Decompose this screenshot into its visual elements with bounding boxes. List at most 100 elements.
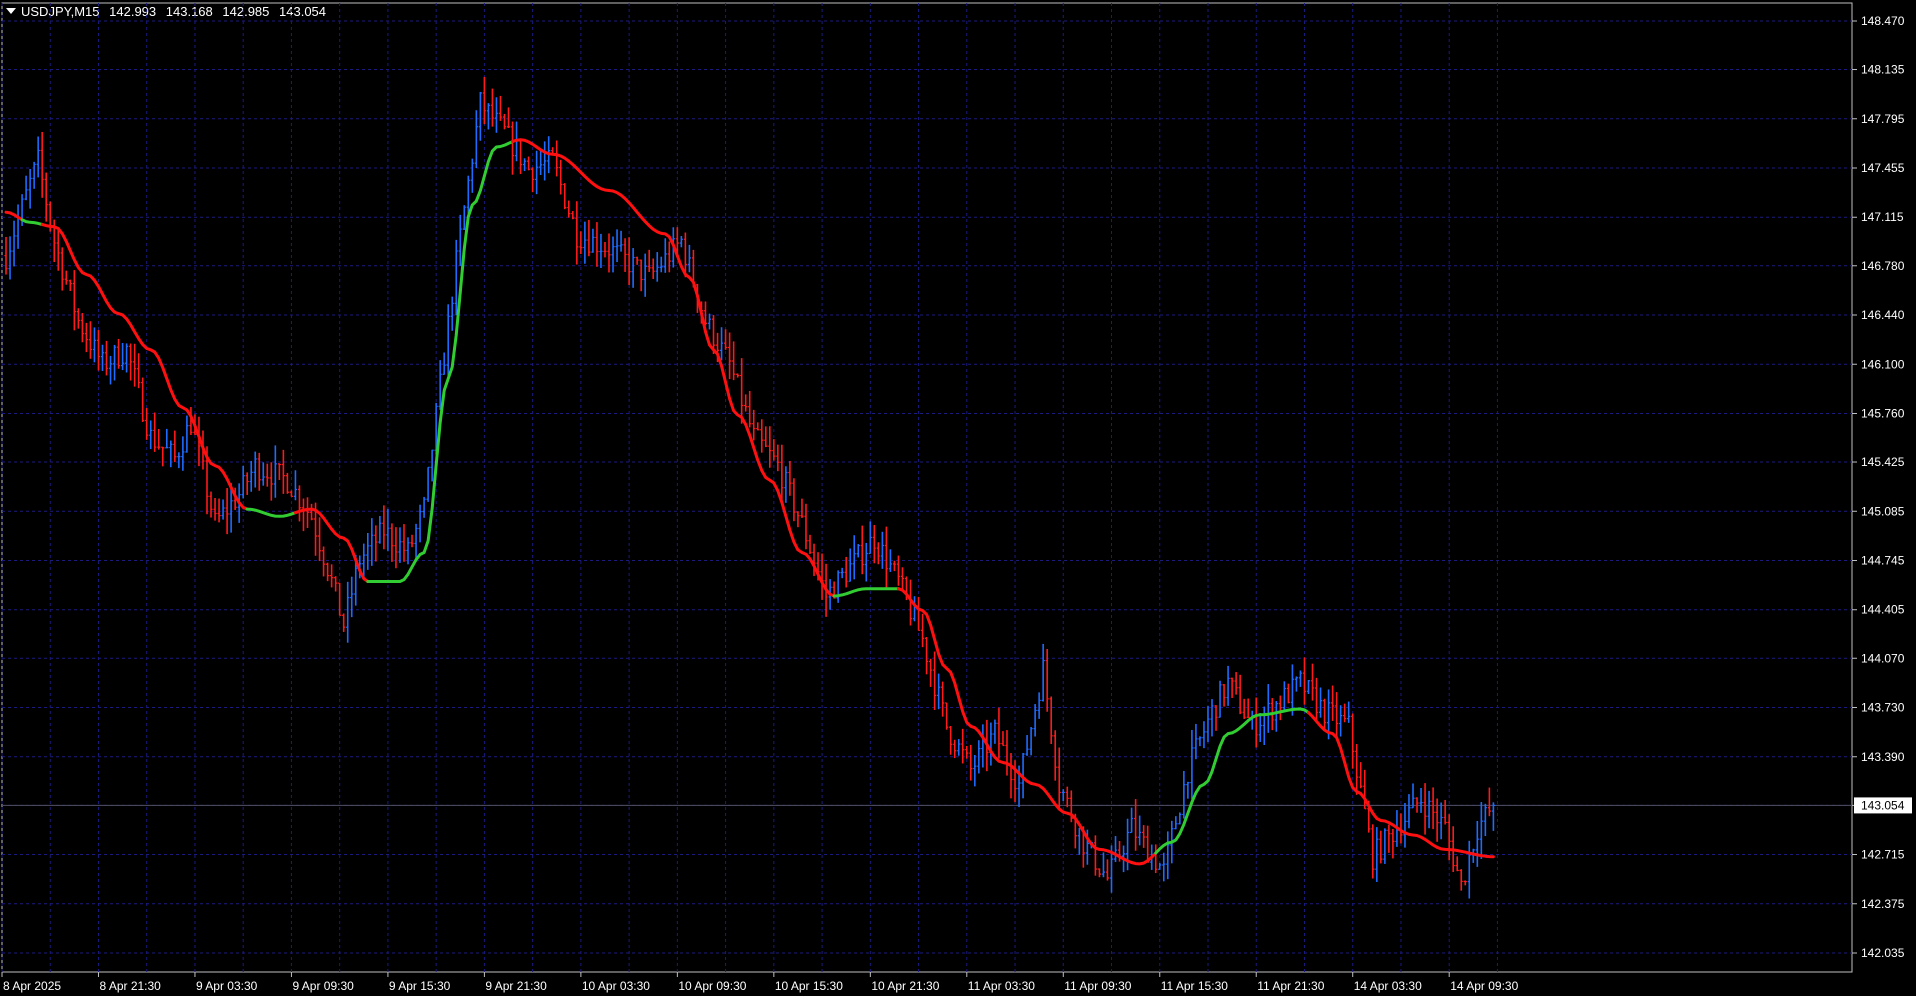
ohlc-bar <box>1322 698 1327 732</box>
ohlc-bar <box>80 313 84 343</box>
ohlc-bar <box>1475 820 1479 867</box>
ohlc-bar <box>458 214 462 266</box>
ohlc-bar <box>68 279 72 292</box>
ohlc-bar <box>518 140 523 175</box>
x-tick-label: 9 Apr 21:30 <box>485 979 547 993</box>
x-tick-label: 8 Apr 21:30 <box>99 979 161 993</box>
ohlc-bar <box>707 313 712 330</box>
price-chart[interactable]: 148.470 148.135 147.795 147.455 147.115 146.7… <box>0 0 1916 996</box>
y-tick-label: 144.070 <box>1861 651 1905 665</box>
ohlc-bar <box>293 470 298 501</box>
ohlc-bar <box>844 556 848 588</box>
ohlc-bar <box>679 236 683 248</box>
ohlc-bar <box>1214 705 1218 731</box>
ohlc-bar <box>1310 663 1315 701</box>
ohlc-bar <box>804 503 808 550</box>
ohlc-bar <box>599 233 603 268</box>
ohlc-bar <box>973 755 977 787</box>
ohlc-bar <box>772 439 776 461</box>
ohlc-bar <box>1407 794 1411 829</box>
ohlc-bar <box>1447 814 1451 861</box>
ohlc-bar <box>1238 674 1242 715</box>
x-tick-label: 9 Apr 09:30 <box>292 979 354 993</box>
ohlc-bar <box>330 564 334 588</box>
y-tick-label: 143.390 <box>1861 750 1905 764</box>
ohlc-bar <box>748 390 752 428</box>
ohlc-bar <box>241 465 245 499</box>
ohlc-bar <box>1306 679 1311 694</box>
ohlc-bar <box>28 168 32 209</box>
ohlc-bar <box>125 343 129 373</box>
ohlc-bar <box>764 426 768 448</box>
x-tick-label: 10 Apr 15:30 <box>775 979 843 993</box>
ohlc-bar <box>619 230 623 252</box>
ohlc-bar <box>1222 684 1226 707</box>
x-tick-label: 14 Apr 03:30 <box>1354 979 1422 993</box>
ohlc-bar <box>502 113 507 130</box>
ohlc-bar <box>321 546 326 577</box>
ohlc-bar <box>378 515 382 544</box>
x-tick-label: 9 Apr 03:30 <box>196 979 258 993</box>
ohlc-bar <box>402 524 406 562</box>
ohlc-bar <box>663 238 667 273</box>
y-tick-label: 148.470 <box>1861 14 1905 28</box>
ohlc-bar <box>643 253 647 297</box>
ohlc-bar <box>997 707 1001 759</box>
ohlc-bar <box>732 341 736 381</box>
ohlc-bar <box>555 140 559 177</box>
ohlc-bar <box>1242 698 1246 719</box>
ohlc-bar <box>591 228 595 253</box>
ohlc-bar <box>1009 753 1013 799</box>
ohlc-bar <box>1029 727 1033 756</box>
y-tick-label: 144.405 <box>1861 603 1905 617</box>
ohlc-bar <box>209 491 213 518</box>
ohlc-bar <box>221 499 225 520</box>
ohlc-bar <box>1483 803 1487 837</box>
ohlc-bar <box>442 352 446 375</box>
ohlc-bar <box>1198 736 1202 747</box>
ohlc-bar <box>884 526 888 589</box>
ohlc-bar <box>1383 828 1387 864</box>
ohlc-bar <box>796 511 800 528</box>
ohlc-bar <box>848 548 852 582</box>
ohlc-bar <box>1347 701 1351 723</box>
ohlc-bar <box>213 497 217 521</box>
ohlc-bar <box>374 525 378 562</box>
ohlc-bar <box>261 462 265 486</box>
ohlc-bar <box>1049 696 1053 745</box>
ohlc-bar <box>84 322 88 353</box>
ohlc-bar <box>957 739 961 756</box>
ohlc-bar <box>92 327 97 363</box>
chart-frame <box>1 2 1853 973</box>
ohlc-bar <box>72 270 76 331</box>
y-tick-label: 142.715 <box>1861 848 1905 862</box>
ohlc-bar <box>1298 670 1303 687</box>
ohlc-bar <box>1379 830 1383 864</box>
ohlc-bar <box>1403 803 1407 848</box>
ohlc-bar <box>965 746 969 759</box>
ohlc-bar <box>1467 840 1471 899</box>
ohlc-bar <box>342 613 346 632</box>
y-tick-label: 145.425 <box>1861 455 1905 469</box>
x-tick-label: 10 Apr 09:30 <box>678 979 746 993</box>
ohlc-bar <box>559 159 563 195</box>
x-tick-label: 11 Apr 03:30 <box>968 979 1035 993</box>
ohlc-bar <box>161 446 165 467</box>
ohlc-bar <box>920 613 925 648</box>
ohlc-bar <box>728 332 732 380</box>
ohlc-bar <box>277 463 281 480</box>
ohlc-bar <box>1101 852 1106 878</box>
ohlc-bar <box>24 175 28 201</box>
ohlc-bar <box>1479 802 1483 859</box>
ohlc-bar <box>317 517 322 562</box>
ohlc-bar <box>1077 827 1081 855</box>
x-tick-label: 10 Apr 03:30 <box>582 979 650 993</box>
ohlc-bar <box>659 256 663 273</box>
ohlc-bar <box>607 233 611 273</box>
ohlc-bar <box>788 460 792 496</box>
ma-segment-down <box>4 210 24 222</box>
ohlc-bar <box>60 247 64 291</box>
ohlc-bar <box>470 158 474 193</box>
ohlc-bar <box>611 236 615 273</box>
x-tick-label: 11 Apr 21:30 <box>1257 979 1324 993</box>
